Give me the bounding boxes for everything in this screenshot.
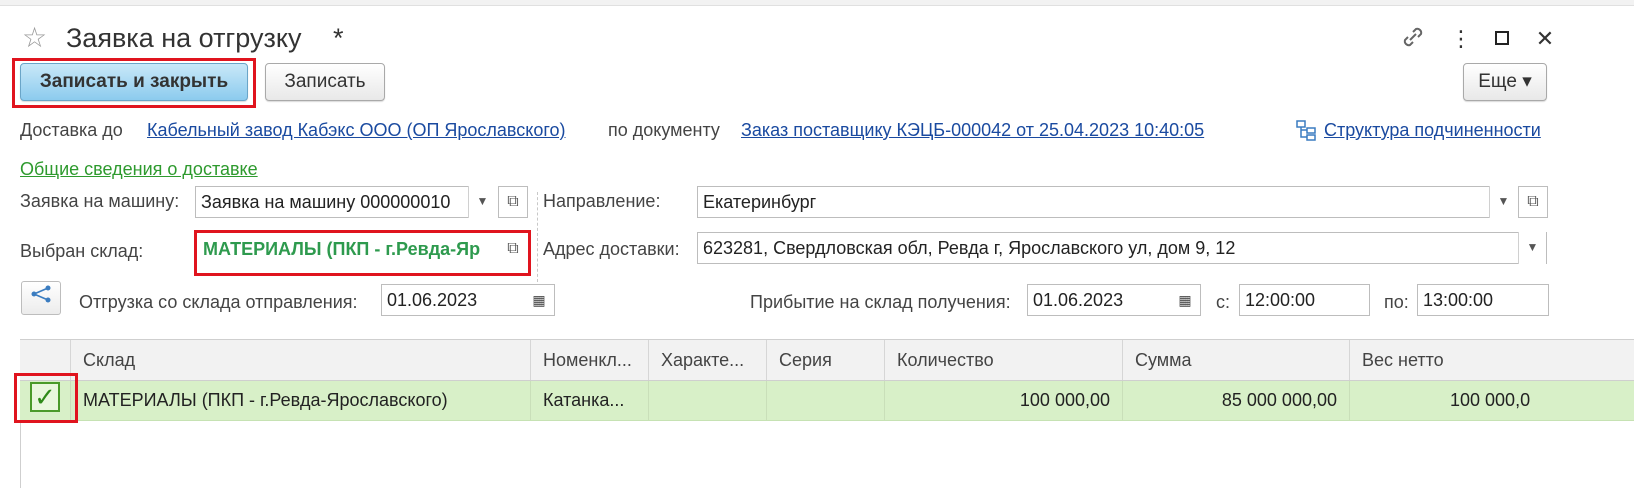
to-time-label: по: [1384, 292, 1409, 312]
col-item[interactable]: Номенкл... [530, 340, 648, 380]
warehouse-label: Выбран склад: [20, 241, 144, 261]
ship-date-value: 01.06.2023 [387, 290, 478, 310]
more-actions-icon[interactable]: ⋮ [1446, 24, 1476, 54]
route-share-icon[interactable] [21, 281, 61, 315]
car-request-dropdown-icon[interactable]: ▼ [468, 186, 496, 218]
by-document-label: по документу [608, 120, 720, 140]
cell-quantity: 100 000,00 [884, 381, 1122, 420]
address-value: 623281, Свердловская обл, Ревда г, Яросл… [703, 238, 1236, 258]
warehouse-open-icon[interactable]: ⧉ [498, 233, 528, 265]
address-dropdown-icon[interactable]: ▼ [1518, 232, 1546, 264]
col-sum[interactable]: Сумма [1122, 340, 1349, 380]
cell-weight: 100 000,0 [1349, 381, 1634, 420]
direction-open-icon[interactable]: ⧉ [1518, 186, 1548, 218]
col-characteristic[interactable]: Характе... [648, 340, 766, 380]
direction-label: Направление: [543, 191, 661, 211]
table-row[interactable]: МАТЕРИАЛЫ (ПКП - г.Ревда-Ярославского) К… [20, 381, 1634, 421]
favorite-star-icon[interactable]: ☆ [22, 24, 47, 52]
cell-item: Катанка... [530, 381, 648, 420]
link-icon[interactable] [1398, 24, 1428, 54]
general-info-link[interactable]: Общие сведения о доставке [20, 157, 258, 181]
col-warehouse[interactable]: Склад [70, 340, 530, 380]
maximize-icon[interactable] [1487, 24, 1517, 54]
save-close-button[interactable]: Записать и закрыть [20, 63, 248, 101]
dialog-window: ☆ Заявка на отгрузку * ⋮ ✕ Записать и за… [0, 6, 1634, 488]
arrive-date-value: 01.06.2023 [1033, 290, 1124, 310]
cell-series [766, 381, 884, 420]
direction-value: Екатеринбург [703, 192, 817, 212]
car-request-label: Заявка на машину: [20, 191, 180, 211]
document-link[interactable]: Заказ поставщику КЭЦБ-000042 от 25.04.20… [741, 118, 1204, 142]
to-time-value: 13:00:00 [1423, 290, 1494, 310]
from-time-value: 12:00:00 [1245, 290, 1316, 310]
ship-calendar-icon[interactable]: ▦ [525, 285, 553, 315]
from-time-label: с: [1216, 292, 1231, 312]
address-label: Адрес доставки: [543, 239, 680, 259]
cell-sum: 85 000 000,00 [1122, 381, 1349, 420]
col-weight[interactable]: Вес нетто [1349, 340, 1549, 380]
direction-dropdown-icon[interactable]: ▼ [1489, 186, 1517, 218]
car-request-value: Заявка на машину 000000010 [201, 192, 451, 212]
ship-label: Отгрузка со склада отправления: [79, 292, 358, 312]
col-series[interactable]: Серия [766, 340, 884, 380]
structure-icon[interactable] [1295, 119, 1317, 141]
close-icon[interactable]: ✕ [1530, 24, 1560, 54]
arrive-label: Прибытие на склад получения: [750, 292, 1011, 312]
modified-mark: * [333, 23, 344, 53]
car-request-open-icon[interactable]: ⧉ [498, 186, 528, 218]
cell-characteristic [648, 381, 766, 420]
table-header: Склад Номенкл... Характе... Серия Количе… [20, 339, 1634, 381]
more-button[interactable]: Еще ▾ [1463, 63, 1547, 101]
arrive-calendar-icon[interactable]: ▦ [1171, 285, 1199, 315]
address-field[interactable]: 623281, Свердловская обл, Ревда г, Яросл… [697, 232, 1547, 264]
warehouse-field[interactable]: МАТЕРИАЛЫ (ПКП - г.Ревда-Яр [197, 233, 498, 265]
to-time-field[interactable]: 13:00:00 [1417, 284, 1549, 316]
from-time-field[interactable]: 12:00:00 [1239, 284, 1370, 316]
delivery-to-label: Доставка до [20, 120, 123, 140]
direction-field[interactable]: Екатеринбург [697, 186, 1516, 218]
car-request-field[interactable]: Заявка на машину 000000010 [195, 186, 496, 218]
warehouse-value: МАТЕРИАЛЫ (ПКП - г.Ревда-Яр [203, 239, 481, 259]
cell-warehouse: МАТЕРИАЛЫ (ПКП - г.Ревда-Ярославского) [70, 381, 530, 420]
structure-link[interactable]: Структура подчиненности [1324, 118, 1541, 142]
col-quantity[interactable]: Количество [884, 340, 1122, 380]
form-divider [537, 192, 538, 282]
window-title: Заявка на отгрузку [66, 23, 302, 53]
delivery-to-link[interactable]: Кабельный завод Кабэкс ООО (ОП Ярославск… [147, 118, 566, 142]
row-checkbox-checked-icon[interactable]: ✓ [30, 382, 60, 412]
save-button[interactable]: Записать [265, 63, 385, 101]
